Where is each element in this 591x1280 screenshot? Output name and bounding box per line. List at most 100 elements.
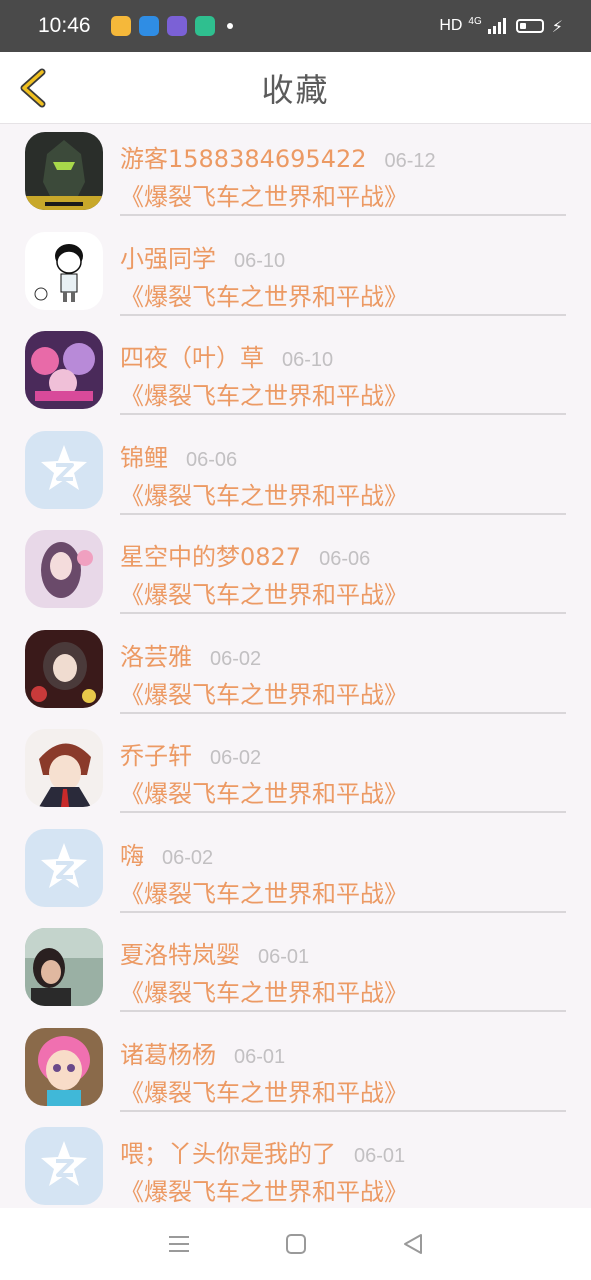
app-notification-icon xyxy=(110,16,131,36)
favorites-list: 游客1588384695422 06-12 《爆裂飞车之世界和平战》 小强同学 06-1… xyxy=(0,125,591,1220)
charging-icon: ⚡ xyxy=(551,16,563,36)
favorite-list-item[interactable]: 夏洛特岚婴 06-01 《爆裂飞车之世界和平战》 xyxy=(0,921,591,1021)
divider xyxy=(120,1109,566,1112)
avatar[interactable] xyxy=(25,430,103,509)
favorite-date: 06-01 xyxy=(258,946,310,968)
item-text: 锦鲤 06-06 《爆裂飞车之世界和平战》 xyxy=(120,438,566,511)
favorite-list-item[interactable]: 诸葛杨杨 06-01 《爆裂飞车之世界和平战》 xyxy=(0,1021,591,1121)
user-name: 嗨 xyxy=(120,841,144,870)
divider xyxy=(120,512,566,515)
avatar[interactable] xyxy=(25,530,103,608)
favorite-date: 06-10 xyxy=(234,249,286,272)
divider xyxy=(120,711,566,714)
favorite-date: 06-02 xyxy=(210,647,262,670)
user-name: 星空中的梦0827 xyxy=(120,543,302,571)
favorite-list-item[interactable]: 星空中的梦0827 06-06 《爆裂飞车之世界和平战》 xyxy=(0,523,591,623)
game-title[interactable]: 《爆裂飞车之世界和平战》 xyxy=(120,675,566,710)
game-title[interactable]: 《爆裂飞车之世界和平战》 xyxy=(120,277,566,312)
item-text: 游客1588384695422 06-12 《爆裂飞车之世界和平战》 xyxy=(120,139,566,212)
avatar[interactable] xyxy=(25,928,103,1006)
item-header: 夏洛特岚婴 06-01 xyxy=(120,935,566,969)
signal-label: 4G xyxy=(468,16,482,27)
app-notification-icon xyxy=(138,16,159,36)
item-text: 诸葛杨杨 06-01 《爆裂飞车之世界和平战》 xyxy=(120,1035,566,1108)
avatar[interactable] xyxy=(25,132,103,210)
divider xyxy=(120,811,566,813)
favorite-date: 06-06 xyxy=(319,548,371,570)
user-name: 四夜（叶）草 xyxy=(120,344,264,372)
user-name: 小强同学 xyxy=(120,244,216,273)
back-nav-button[interactable] xyxy=(393,1224,433,1264)
divider xyxy=(120,413,566,415)
favorite-list-item[interactable]: 乔子轩 06-02 《爆裂飞车之世界和平战》 xyxy=(0,722,591,822)
favorite-date: 06-01 xyxy=(234,1045,286,1068)
item-header: 诸葛杨杨 06-01 xyxy=(120,1035,566,1069)
favorite-list-item[interactable]: 嗨 06-02 《爆裂飞车之世界和平战》 xyxy=(0,822,591,922)
avatar[interactable] xyxy=(25,1027,103,1106)
game-title[interactable]: 《爆裂飞车之世界和平战》 xyxy=(120,476,566,511)
game-title[interactable]: 《爆裂飞车之世界和平战》 xyxy=(120,1172,566,1207)
item-text: 夏洛特岚婴 06-01 《爆裂飞车之世界和平战》 xyxy=(120,935,566,1008)
item-header: 喂；丫头你是我的了 06-01 xyxy=(120,1134,566,1168)
item-text: 乔子轩 06-02 《爆裂飞车之世界和平战》 xyxy=(120,736,566,809)
favorite-date: 06-01 xyxy=(354,1145,406,1167)
item-header: 四夜（叶）草 06-10 xyxy=(120,338,566,372)
favorite-date: 06-02 xyxy=(210,747,262,769)
game-title[interactable]: 《爆裂飞车之世界和平战》 xyxy=(120,774,566,809)
status-time: 10:46 xyxy=(38,14,91,37)
user-name: 夏洛特岚婴 xyxy=(120,941,240,969)
user-name: 游客1588384695422 xyxy=(120,145,367,173)
favorite-date: 06-10 xyxy=(282,349,334,371)
network-label: HD xyxy=(439,17,463,34)
user-name: 诸葛杨杨 xyxy=(120,1040,216,1069)
favorite-list-item[interactable]: 洛芸雅 06-02 《爆裂飞车之世界和平战》 xyxy=(0,623,591,723)
menu-button[interactable] xyxy=(159,1224,199,1264)
favorite-date: 06-12 xyxy=(384,150,436,172)
avatar[interactable] xyxy=(25,231,103,310)
avatar[interactable] xyxy=(25,331,103,409)
signal-icon xyxy=(487,18,506,34)
divider xyxy=(120,214,566,216)
home-icon xyxy=(285,1234,306,1254)
app-notification-icon xyxy=(194,16,215,36)
favorite-list-item[interactable]: 锦鲤 06-06 《爆裂飞车之世界和平战》 xyxy=(0,424,591,524)
item-header: 洛芸雅 06-02 xyxy=(120,637,566,671)
favorite-list-item[interactable]: 小强同学 06-10 《爆裂飞车之世界和平战》 xyxy=(0,225,591,325)
user-name: 喂；丫头你是我的了 xyxy=(120,1140,336,1168)
status-bar: 10:46 HD 4G ⚡ xyxy=(0,0,591,52)
app-header: 收藏 xyxy=(0,52,591,124)
page-title: 收藏 xyxy=(261,70,330,109)
game-title[interactable]: 《爆裂飞车之世界和平战》 xyxy=(120,1073,566,1108)
item-text: 洛芸雅 06-02 《爆裂飞车之世界和平战》 xyxy=(120,637,566,710)
item-text: 嗨 06-02 《爆裂飞车之世界和平战》 xyxy=(120,836,566,909)
menu-icon xyxy=(168,1236,189,1252)
avatar[interactable] xyxy=(25,629,103,708)
user-name: 锦鲤 xyxy=(120,443,168,472)
game-title[interactable]: 《爆裂飞车之世界和平战》 xyxy=(120,874,566,909)
game-title[interactable]: 《爆裂飞车之世界和平战》 xyxy=(120,973,566,1008)
avatar[interactable] xyxy=(25,1127,103,1205)
avatar[interactable] xyxy=(25,729,103,807)
divider xyxy=(120,313,566,316)
divider xyxy=(120,1010,566,1012)
game-title[interactable]: 《爆裂飞车之世界和平战》 xyxy=(120,575,566,610)
item-text: 喂；丫头你是我的了 06-01 《爆裂飞车之世界和平战》 xyxy=(120,1134,566,1207)
game-title[interactable]: 《爆裂飞车之世界和平战》 xyxy=(120,376,566,411)
chevron-left-icon xyxy=(20,68,46,108)
favorite-list-item[interactable]: 游客1588384695422 06-12 《爆裂飞车之世界和平战》 xyxy=(0,125,591,225)
back-button[interactable] xyxy=(14,66,58,110)
favorite-list-item[interactable]: 四夜（叶）草 06-10 《爆裂飞车之世界和平战》 xyxy=(0,324,591,424)
divider xyxy=(120,910,566,913)
item-header: 小强同学 06-10 xyxy=(120,239,566,273)
more-notifications-icon xyxy=(226,23,233,29)
favorite-list-item[interactable]: 喂；丫头你是我的了 06-01 《爆裂飞车之世界和平战》 xyxy=(0,1120,591,1220)
game-title[interactable]: 《爆裂飞车之世界和平战》 xyxy=(120,177,566,212)
item-text: 四夜（叶）草 06-10 《爆裂飞车之世界和平战》 xyxy=(120,338,566,411)
back-triangle-icon xyxy=(403,1234,422,1254)
favorite-date: 06-06 xyxy=(186,448,238,471)
item-header: 星空中的梦0827 06-06 xyxy=(120,537,566,571)
app-notification-icon xyxy=(166,16,187,36)
home-button[interactable] xyxy=(276,1224,316,1264)
avatar[interactable] xyxy=(25,828,103,907)
system-nav-bar xyxy=(0,1208,591,1280)
